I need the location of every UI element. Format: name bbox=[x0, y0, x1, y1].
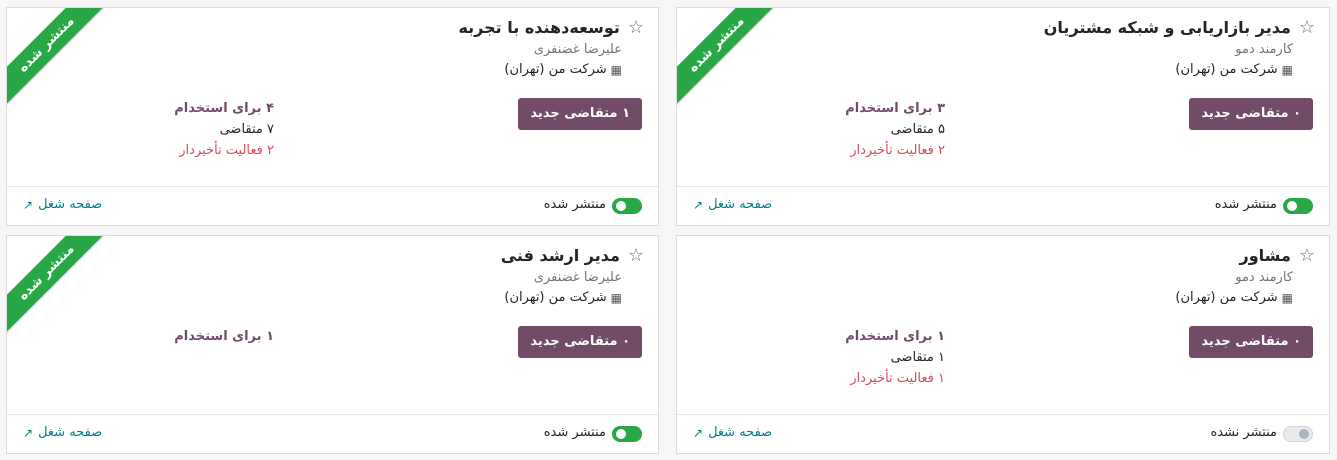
applications-link[interactable]: ۱ متقاضی bbox=[845, 347, 945, 368]
building-icon: ▦ bbox=[610, 290, 622, 305]
star-icon[interactable]: ☆ bbox=[1299, 18, 1315, 37]
job-page-label: صفحه شغل bbox=[38, 425, 103, 440]
job-page-link[interactable]: صفحه شغل ↗ bbox=[693, 197, 772, 212]
job-stats: ۱ برای استخدام bbox=[174, 326, 274, 347]
job-page-link[interactable]: صفحه شغل ↗ bbox=[23, 425, 102, 440]
external-link-icon: ↗ bbox=[693, 197, 704, 212]
new-applicants-button[interactable]: ۱ متقاضی جدید bbox=[518, 98, 642, 130]
company-name: شرکت من (تهران) bbox=[504, 290, 607, 305]
building-icon: ▦ bbox=[610, 62, 622, 77]
job-card[interactable]: منتشر شده ☆ مدیر ارشد فنی علیرضا غضنفری … bbox=[6, 235, 659, 454]
publish-toggle[interactable] bbox=[612, 198, 642, 214]
late-activities-link[interactable]: ۲ فعالیت تأخیردار bbox=[174, 140, 274, 161]
job-stats: ۴ برای استخدام ۷ متقاضی ۲ فعالیت تأخیردا… bbox=[174, 98, 274, 161]
company-line: ▦ شرکت من (تهران) bbox=[1175, 62, 1293, 77]
card-footer: منتشر نشده صفحه شغل ↗ bbox=[677, 414, 1329, 453]
job-page-link[interactable]: صفحه شغل ↗ bbox=[23, 197, 102, 212]
to-recruit-link[interactable]: ۱ برای استخدام bbox=[174, 326, 274, 347]
job-page-link[interactable]: صفحه شغل ↗ bbox=[693, 425, 772, 440]
new-applicants-button[interactable]: ۰ متقاضی جدید bbox=[1189, 326, 1313, 358]
publish-status-label: منتشر شده bbox=[543, 425, 606, 440]
star-icon[interactable]: ☆ bbox=[628, 246, 644, 265]
company-line: ▦ شرکت من (تهران) bbox=[504, 290, 622, 305]
company-line: ▦ شرکت من (تهران) bbox=[1175, 290, 1293, 305]
company-name: شرکت من (تهران) bbox=[1175, 290, 1278, 305]
job-page-label: صفحه شغل bbox=[708, 197, 773, 212]
external-link-icon: ↗ bbox=[693, 425, 704, 440]
applications-link[interactable]: ۵ متقاضی bbox=[845, 119, 945, 140]
company-name: شرکت من (تهران) bbox=[504, 62, 607, 77]
recruiter-name: کارمند دمو bbox=[1235, 270, 1293, 285]
job-title: مدیر بازاریابی و شبکه مشتریان bbox=[1043, 18, 1291, 37]
published-ribbon: منتشر شده bbox=[7, 8, 113, 111]
company-name: شرکت من (تهران) bbox=[1175, 62, 1278, 77]
job-title: توسعه‌دهنده با تجربه bbox=[458, 18, 620, 37]
publish-status-label: منتشر نشده bbox=[1210, 425, 1277, 440]
company-line: ▦ شرکت من (تهران) bbox=[504, 62, 622, 77]
publish-toggle[interactable] bbox=[1283, 198, 1313, 214]
publish-toggle[interactable] bbox=[1283, 426, 1313, 442]
job-title: مدیر ارشد فنی bbox=[500, 246, 620, 265]
new-applicants-button[interactable]: ۰ متقاضی جدید bbox=[1189, 98, 1313, 130]
published-ribbon: منتشر شده bbox=[7, 236, 113, 339]
star-icon[interactable]: ☆ bbox=[1299, 246, 1315, 265]
job-title: مشاور bbox=[1239, 246, 1291, 265]
to-recruit-link[interactable]: ۴ برای استخدام bbox=[174, 98, 274, 119]
job-card[interactable]: منتشر شده ☆ توسعه‌دهنده با تجربه علیرضا … bbox=[6, 7, 659, 226]
external-link-icon: ↗ bbox=[23, 197, 34, 212]
published-ribbon: منتشر شده bbox=[677, 8, 783, 111]
recruiter-name: علیرضا غضنفری bbox=[533, 270, 622, 285]
building-icon: ▦ bbox=[1281, 62, 1293, 77]
star-icon[interactable]: ☆ bbox=[628, 18, 644, 37]
late-activities-link[interactable]: ۲ فعالیت تأخیردار bbox=[845, 140, 945, 161]
to-recruit-link[interactable]: ۱ برای استخدام bbox=[845, 326, 945, 347]
job-stats: ۳ برای استخدام ۵ متقاضی ۲ فعالیت تأخیردا… bbox=[845, 98, 945, 161]
card-footer: منتشر شده صفحه شغل ↗ bbox=[677, 186, 1329, 225]
publish-status-label: منتشر شده bbox=[543, 197, 606, 212]
job-card[interactable]: ☆ مشاور کارمند دمو ▦ شرکت من (تهران) ۰ م… bbox=[676, 235, 1330, 454]
publish-status-label: منتشر شده bbox=[1214, 197, 1277, 212]
job-page-label: صفحه شغل bbox=[708, 425, 773, 440]
external-link-icon: ↗ bbox=[23, 425, 34, 440]
card-footer: منتشر شده صفحه شغل ↗ bbox=[7, 186, 658, 225]
new-applicants-button[interactable]: ۰ متقاضی جدید bbox=[518, 326, 642, 358]
job-stats: ۱ برای استخدام ۱ متقاضی ۱ فعالیت تأخیردا… bbox=[845, 326, 945, 389]
building-icon: ▦ bbox=[1281, 290, 1293, 305]
recruiter-name: کارمند دمو bbox=[1235, 42, 1293, 57]
job-page-label: صفحه شغل bbox=[38, 197, 103, 212]
publish-toggle[interactable] bbox=[612, 426, 642, 442]
job-card[interactable]: منتشر شده ☆ مدیر بازاریابی و شبکه مشتریا… bbox=[676, 7, 1330, 226]
card-footer: منتشر شده صفحه شغل ↗ bbox=[7, 414, 658, 453]
recruiter-name: علیرضا غضنفری bbox=[533, 42, 622, 57]
late-activities-link[interactable]: ۱ فعالیت تأخیردار bbox=[845, 368, 945, 389]
to-recruit-link[interactable]: ۳ برای استخدام bbox=[845, 98, 945, 119]
applications-link[interactable]: ۷ متقاضی bbox=[174, 119, 274, 140]
